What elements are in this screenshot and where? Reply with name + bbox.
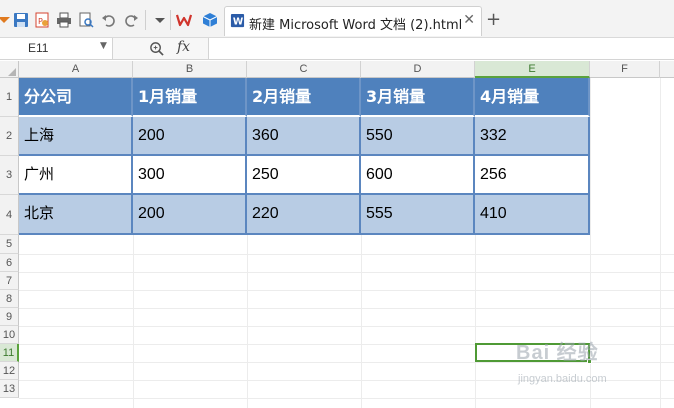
row-header-3[interactable]: 3: [0, 156, 19, 195]
column-header-b[interactable]: B: [133, 61, 247, 78]
close-tab-icon[interactable]: ✕: [463, 12, 475, 28]
table-cell[interactable]: 200: [133, 117, 247, 156]
row-header-2[interactable]: 2: [0, 117, 19, 156]
svg-text:W: W: [233, 16, 244, 27]
table-cell[interactable]: 410: [475, 195, 590, 235]
table-cell[interactable]: 300: [133, 156, 247, 195]
row-header-6[interactable]: 6: [0, 254, 19, 272]
column-header-f[interactable]: F: [590, 61, 660, 78]
quick-access-toolbar: P W 新建 Microsoft Word 文档 (2).html ✕ +: [0, 0, 674, 38]
table-cell[interactable]: 200: [133, 195, 247, 235]
table-cell[interactable]: 256: [475, 156, 590, 195]
gridline: [19, 290, 674, 291]
gridline: [19, 254, 674, 255]
row-header-7[interactable]: 7: [0, 272, 19, 290]
row-header-11[interactable]: 11: [0, 344, 19, 362]
table-cell[interactable]: 北京: [19, 195, 133, 235]
table-cell[interactable]: 上海: [19, 117, 133, 156]
select-all-corner[interactable]: [0, 61, 19, 78]
sales-table: 分公司 1月销量 2月销量 3月销量 4月销量 上海 200 360 550 3…: [19, 78, 590, 235]
watermark: Bai 经验 jingyan.baidu.com: [516, 336, 666, 392]
print-preview-icon[interactable]: [78, 12, 94, 28]
name-box[interactable]: E11 ▼: [0, 38, 113, 59]
row-header-12[interactable]: 12: [0, 362, 19, 380]
row-header-8[interactable]: 8: [0, 290, 19, 308]
menu-arrow-icon[interactable]: [0, 12, 12, 28]
table-cell[interactable]: 220: [247, 195, 361, 235]
toolbar-separator: [170, 10, 171, 30]
table-header-cell[interactable]: 4月销量: [475, 78, 590, 117]
name-box-dropdown-icon[interactable]: ▼: [100, 41, 107, 51]
svg-text:P: P: [38, 17, 43, 26]
table-header-cell[interactable]: 3月销量: [361, 78, 475, 117]
watermark-url: jingyan.baidu.com: [518, 373, 607, 385]
save-icon[interactable]: [13, 12, 29, 28]
table-cell[interactable]: 555: [361, 195, 475, 235]
table-cell[interactable]: 250: [247, 156, 361, 195]
column-header-e[interactable]: E: [475, 61, 590, 78]
word-doc-icon: W: [230, 13, 245, 27]
column-header-a[interactable]: A: [19, 61, 133, 78]
column-header-d[interactable]: D: [361, 61, 475, 78]
dropdown-icon[interactable]: [152, 12, 168, 28]
row-header-1[interactable]: 1: [0, 78, 19, 117]
table-cell[interactable]: 360: [247, 117, 361, 156]
formula-bar: E11 ▼ fx: [0, 38, 674, 60]
row-header-10[interactable]: 10: [0, 326, 19, 344]
zoom-icon[interactable]: [149, 41, 164, 56]
cube-icon[interactable]: [202, 12, 218, 28]
pdf-export-icon[interactable]: P: [34, 12, 50, 28]
redo-icon[interactable]: [123, 12, 139, 28]
table-header-cell[interactable]: 1月销量: [133, 78, 247, 117]
document-tab-title: 新建 Microsoft Word 文档 (2).html: [249, 18, 463, 33]
new-tab-button[interactable]: +: [486, 9, 501, 30]
column-header-row: A B C D E F: [0, 61, 674, 78]
table-cell[interactable]: 332: [475, 117, 590, 156]
watermark-logo: Bai 经验: [516, 342, 599, 364]
gridline: [19, 398, 674, 399]
undo-icon[interactable]: [101, 12, 117, 28]
table-header-cell[interactable]: 2月销量: [247, 78, 361, 117]
gridline: [19, 272, 674, 273]
table-cell[interactable]: 广州: [19, 156, 133, 195]
document-tab[interactable]: W 新建 Microsoft Word 文档 (2).html ✕: [224, 6, 482, 36]
gridline: [19, 308, 674, 309]
row-header-5[interactable]: 5: [0, 235, 19, 254]
table-cell[interactable]: 550: [361, 117, 475, 156]
table-cell[interactable]: 600: [361, 156, 475, 195]
formula-input[interactable]: [210, 38, 674, 59]
insert-function-button[interactable]: fx: [177, 39, 190, 55]
toolbar-separator: [145, 10, 146, 30]
name-box-value: E11: [28, 41, 49, 55]
row-header-9[interactable]: 9: [0, 308, 19, 326]
column-header-c[interactable]: C: [247, 61, 361, 78]
wps-logo-icon[interactable]: [176, 12, 192, 28]
print-icon[interactable]: [56, 12, 72, 28]
table-header-cell[interactable]: 分公司: [19, 78, 133, 117]
gridline: [19, 326, 674, 327]
row-header-13[interactable]: 13: [0, 380, 19, 398]
formula-tools: fx: [113, 38, 209, 59]
row-header-4[interactable]: 4: [0, 195, 19, 235]
